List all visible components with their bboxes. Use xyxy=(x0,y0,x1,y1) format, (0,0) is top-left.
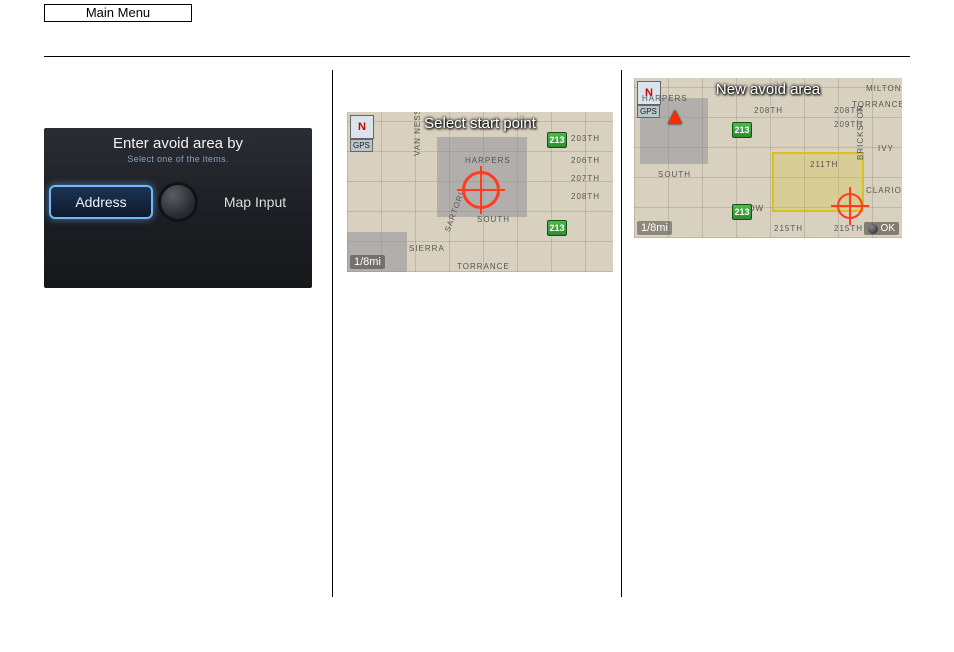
route-shield: 213 xyxy=(547,132,567,148)
street-label: IVY xyxy=(878,144,894,153)
divider xyxy=(44,56,910,57)
street-label: 211TH xyxy=(810,160,838,169)
street-label: 206TH xyxy=(571,156,600,165)
map-input-option[interactable]: Map Input xyxy=(198,194,312,210)
crosshair-icon xyxy=(837,193,863,219)
address-option[interactable]: Address xyxy=(44,185,158,219)
new-avoid-area-screenshot: N GPS New avoid area HARPERS SOUTH MILTO… xyxy=(634,78,902,238)
address-option-label: Address xyxy=(49,185,152,219)
screen2-banner: Select start point xyxy=(424,115,536,132)
street-label: 208TH xyxy=(571,192,600,201)
street-label: SIERRA xyxy=(409,244,445,253)
street-label: 208TH xyxy=(754,106,783,115)
select-start-point-screenshot: N GPS Select start point HARPERS SOUTH S… xyxy=(347,112,613,272)
screen1-title: Enter avoid area by xyxy=(44,128,312,152)
street-label: MILTON xyxy=(866,84,901,93)
selector-knob[interactable] xyxy=(158,182,198,222)
screen3-banner: New avoid area xyxy=(716,81,820,98)
gps-badge: GPS xyxy=(350,139,373,152)
enter-avoid-area-screenshot: Enter avoid area by Select one of the it… xyxy=(44,128,312,288)
column-3: N GPS New avoid area HARPERS SOUTH MILTO… xyxy=(621,70,910,597)
street-label: VAN NESS xyxy=(413,112,422,156)
street-label: CLARION xyxy=(866,186,902,195)
street-label: SOUTH xyxy=(658,170,691,179)
route-shield: 213 xyxy=(547,220,567,236)
map-scale: 1/8mi xyxy=(637,221,672,235)
street-label: SOUTH xyxy=(477,215,510,224)
street-label: 215TH xyxy=(774,224,803,233)
route-shield: 213 xyxy=(732,122,752,138)
gps-badge: GPS xyxy=(637,105,660,118)
ok-button[interactable]: OK xyxy=(864,222,899,235)
crosshair-icon xyxy=(462,171,500,209)
street-label: 215TH xyxy=(834,224,863,233)
street-label: BRICKSTON xyxy=(856,104,865,160)
street-label: HARPERS xyxy=(642,94,688,103)
column-1: Enter avoid area by Select one of the it… xyxy=(44,70,332,597)
main-menu-button[interactable]: Main Menu xyxy=(44,4,192,22)
compass-icon: N xyxy=(350,115,374,139)
screen1-subtitle: Select one of the items. xyxy=(44,154,312,164)
ok-label: OK xyxy=(881,223,895,234)
route-shield: 213 xyxy=(732,204,752,220)
vehicle-cursor-icon xyxy=(668,110,682,124)
street-label: HARPERS xyxy=(465,156,511,165)
knob-icon xyxy=(868,224,878,234)
street-label: 207TH xyxy=(571,174,600,183)
street-label: 203TH xyxy=(571,134,600,143)
street-label: TORRANCE xyxy=(457,262,510,271)
column-2: N GPS Select start point HARPERS SOUTH S… xyxy=(332,70,621,597)
map-scale: 1/8mi xyxy=(350,255,385,269)
